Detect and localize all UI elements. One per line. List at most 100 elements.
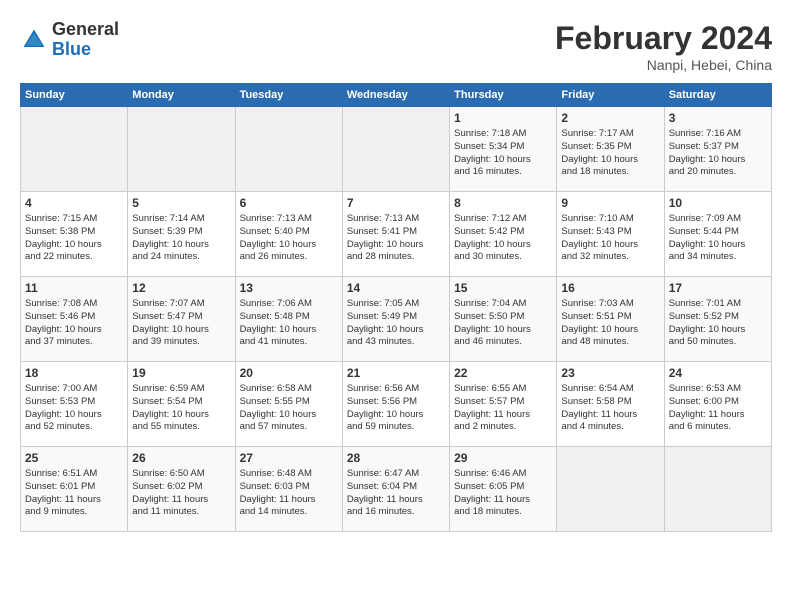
day-number: 5	[132, 196, 230, 210]
day-number: 22	[454, 366, 552, 380]
day-cell: 23 Sunrise: 6:54 AM Sunset: 5:58 PM Dayli…	[557, 362, 664, 447]
page-header: General Blue February 2024 Nanpi, Hebei,…	[20, 20, 772, 73]
day-cell: 27 Sunrise: 6:48 AM Sunset: 6:03 PM Dayli…	[235, 447, 342, 532]
day-cell: 24 Sunrise: 6:53 AM Sunset: 6:00 PM Dayli…	[664, 362, 771, 447]
day-cell	[128, 107, 235, 192]
day-info: Sunrise: 7:18 AM Sunset: 5:34 PM Dayligh…	[454, 128, 552, 179]
logo-general: General	[52, 19, 119, 39]
day-number: 15	[454, 281, 552, 295]
day-number: 6	[240, 196, 338, 210]
day-cell: 26 Sunrise: 6:50 AM Sunset: 6:02 PM Dayli…	[128, 447, 235, 532]
day-cell: 4 Sunrise: 7:15 AM Sunset: 5:38 PM Daylig…	[21, 192, 128, 277]
day-info: Sunrise: 7:06 AM Sunset: 5:48 PM Dayligh…	[240, 298, 338, 349]
day-info: Sunrise: 6:58 AM Sunset: 5:55 PM Dayligh…	[240, 383, 338, 434]
day-cell: 10 Sunrise: 7:09 AM Sunset: 5:44 PM Dayli…	[664, 192, 771, 277]
day-info: Sunrise: 7:00 AM Sunset: 5:53 PM Dayligh…	[25, 383, 123, 434]
week-row-4: 18Sunrise: 7:00 AM Sunset: 5:53 PM Dayli…	[21, 362, 772, 447]
calendar-table: SundayMondayTuesdayWednesdayThursdayFrid…	[20, 83, 772, 532]
day-number: 19	[132, 366, 230, 380]
day-number: 26	[132, 451, 230, 465]
column-header-thursday: Thursday	[450, 84, 557, 107]
week-row-3: 11 Sunrise: 7:08 AM Sunset: 5:46 PM Dayli…	[21, 277, 772, 362]
day-info: Sunrise: 7:01 AM Sunset: 5:52 PM Dayligh…	[669, 298, 767, 349]
day-info: Sunrise: 7:15 AM Sunset: 5:38 PM Dayligh…	[25, 213, 123, 264]
day-info: Sunrise: 6:48 AM Sunset: 6:03 PM Dayligh…	[240, 468, 338, 519]
day-info: Sunrise: 7:08 AM Sunset: 5:46 PM Dayligh…	[25, 298, 123, 349]
column-header-monday: Monday	[128, 84, 235, 107]
day-cell: 20 Sunrise: 6:58 AM Sunset: 5:55 PM Dayli…	[235, 362, 342, 447]
day-cell: 21 Sunrise: 6:56 AM Sunset: 5:56 PM Dayli…	[342, 362, 449, 447]
day-info: Sunrise: 6:53 AM Sunset: 6:00 PM Dayligh…	[669, 383, 767, 434]
location: Nanpi, Hebei, China	[555, 57, 772, 73]
day-info: Sunrise: 6:54 AM Sunset: 5:58 PM Dayligh…	[561, 383, 659, 434]
day-number: 14	[347, 281, 445, 295]
day-info: Sunrise: 6:55 AM Sunset: 5:57 PM Dayligh…	[454, 383, 552, 434]
day-number: 20	[240, 366, 338, 380]
day-cell: 16 Sunrise: 7:03 AM Sunset: 5:51 PM Dayli…	[557, 277, 664, 362]
day-number: 2	[561, 111, 659, 125]
day-number: 23	[561, 366, 659, 380]
day-number: 4	[25, 196, 123, 210]
day-info: Sunrise: 6:47 AM Sunset: 6:04 PM Dayligh…	[347, 468, 445, 519]
day-number: 10	[669, 196, 767, 210]
day-number: 24	[669, 366, 767, 380]
day-cell	[21, 107, 128, 192]
day-cell: 28Sunrise: 6:47 AM Sunset: 6:04 PM Dayli…	[342, 447, 449, 532]
day-number: 13	[240, 281, 338, 295]
day-info: Sunrise: 6:50 AM Sunset: 6:02 PM Dayligh…	[132, 468, 230, 519]
day-cell: 1 Sunrise: 7:18 AM Sunset: 5:34 PM Daylig…	[450, 107, 557, 192]
day-info: Sunrise: 6:56 AM Sunset: 5:56 PM Dayligh…	[347, 383, 445, 434]
day-number: 12	[132, 281, 230, 295]
month-title: February 2024	[555, 20, 772, 57]
day-number: 21	[347, 366, 445, 380]
column-headers: SundayMondayTuesdayWednesdayThursdayFrid…	[21, 84, 772, 107]
day-info: Sunrise: 7:13 AM Sunset: 5:40 PM Dayligh…	[240, 213, 338, 264]
day-cell: 17 Sunrise: 7:01 AM Sunset: 5:52 PM Dayli…	[664, 277, 771, 362]
day-number: 16	[561, 281, 659, 295]
logo-icon	[20, 26, 48, 54]
week-row-1: 1 Sunrise: 7:18 AM Sunset: 5:34 PM Daylig…	[21, 107, 772, 192]
day-info: Sunrise: 6:46 AM Sunset: 6:05 PM Dayligh…	[454, 468, 552, 519]
day-cell: 7 Sunrise: 7:13 AM Sunset: 5:41 PM Daylig…	[342, 192, 449, 277]
day-number: 25	[25, 451, 123, 465]
day-number: 9	[561, 196, 659, 210]
day-number: 11	[25, 281, 123, 295]
week-row-5: 25Sunrise: 6:51 AM Sunset: 6:01 PM Dayli…	[21, 447, 772, 532]
day-number: 1	[454, 111, 552, 125]
title-block: February 2024 Nanpi, Hebei, China	[555, 20, 772, 73]
logo: General Blue	[20, 20, 119, 60]
day-info: Sunrise: 7:12 AM Sunset: 5:42 PM Dayligh…	[454, 213, 552, 264]
column-header-wednesday: Wednesday	[342, 84, 449, 107]
day-cell: 12 Sunrise: 7:07 AM Sunset: 5:47 PM Dayli…	[128, 277, 235, 362]
day-cell: 5 Sunrise: 7:14 AM Sunset: 5:39 PM Daylig…	[128, 192, 235, 277]
day-info: Sunrise: 7:13 AM Sunset: 5:41 PM Dayligh…	[347, 213, 445, 264]
day-cell: 3Sunrise: 7:16 AM Sunset: 5:37 PM Daylig…	[664, 107, 771, 192]
day-number: 17	[669, 281, 767, 295]
day-info: Sunrise: 7:05 AM Sunset: 5:49 PM Dayligh…	[347, 298, 445, 349]
day-number: 27	[240, 451, 338, 465]
day-cell: 6 Sunrise: 7:13 AM Sunset: 5:40 PM Daylig…	[235, 192, 342, 277]
day-cell: 22 Sunrise: 6:55 AM Sunset: 5:57 PM Dayli…	[450, 362, 557, 447]
day-cell: 15 Sunrise: 7:04 AM Sunset: 5:50 PM Dayli…	[450, 277, 557, 362]
day-info: Sunrise: 7:16 AM Sunset: 5:37 PM Dayligh…	[669, 128, 767, 179]
day-info: Sunrise: 6:59 AM Sunset: 5:54 PM Dayligh…	[132, 383, 230, 434]
day-number: 7	[347, 196, 445, 210]
day-info: Sunrise: 7:07 AM Sunset: 5:47 PM Dayligh…	[132, 298, 230, 349]
day-info: Sunrise: 7:03 AM Sunset: 5:51 PM Dayligh…	[561, 298, 659, 349]
day-cell: 25Sunrise: 6:51 AM Sunset: 6:01 PM Dayli…	[21, 447, 128, 532]
day-cell: 29Sunrise: 6:46 AM Sunset: 6:05 PM Dayli…	[450, 447, 557, 532]
day-info: Sunrise: 7:09 AM Sunset: 5:44 PM Dayligh…	[669, 213, 767, 264]
day-info: Sunrise: 7:04 AM Sunset: 5:50 PM Dayligh…	[454, 298, 552, 349]
day-cell: 2Sunrise: 7:17 AM Sunset: 5:35 PM Daylig…	[557, 107, 664, 192]
column-header-saturday: Saturday	[664, 84, 771, 107]
logo-blue: Blue	[52, 39, 91, 59]
column-header-friday: Friday	[557, 84, 664, 107]
day-cell	[342, 107, 449, 192]
day-number: 8	[454, 196, 552, 210]
day-cell: 11 Sunrise: 7:08 AM Sunset: 5:46 PM Dayli…	[21, 277, 128, 362]
day-cell: 9Sunrise: 7:10 AM Sunset: 5:43 PM Daylig…	[557, 192, 664, 277]
day-cell: 19 Sunrise: 6:59 AM Sunset: 5:54 PM Dayli…	[128, 362, 235, 447]
day-cell: 14 Sunrise: 7:05 AM Sunset: 5:49 PM Dayli…	[342, 277, 449, 362]
day-cell	[664, 447, 771, 532]
day-info: Sunrise: 7:14 AM Sunset: 5:39 PM Dayligh…	[132, 213, 230, 264]
